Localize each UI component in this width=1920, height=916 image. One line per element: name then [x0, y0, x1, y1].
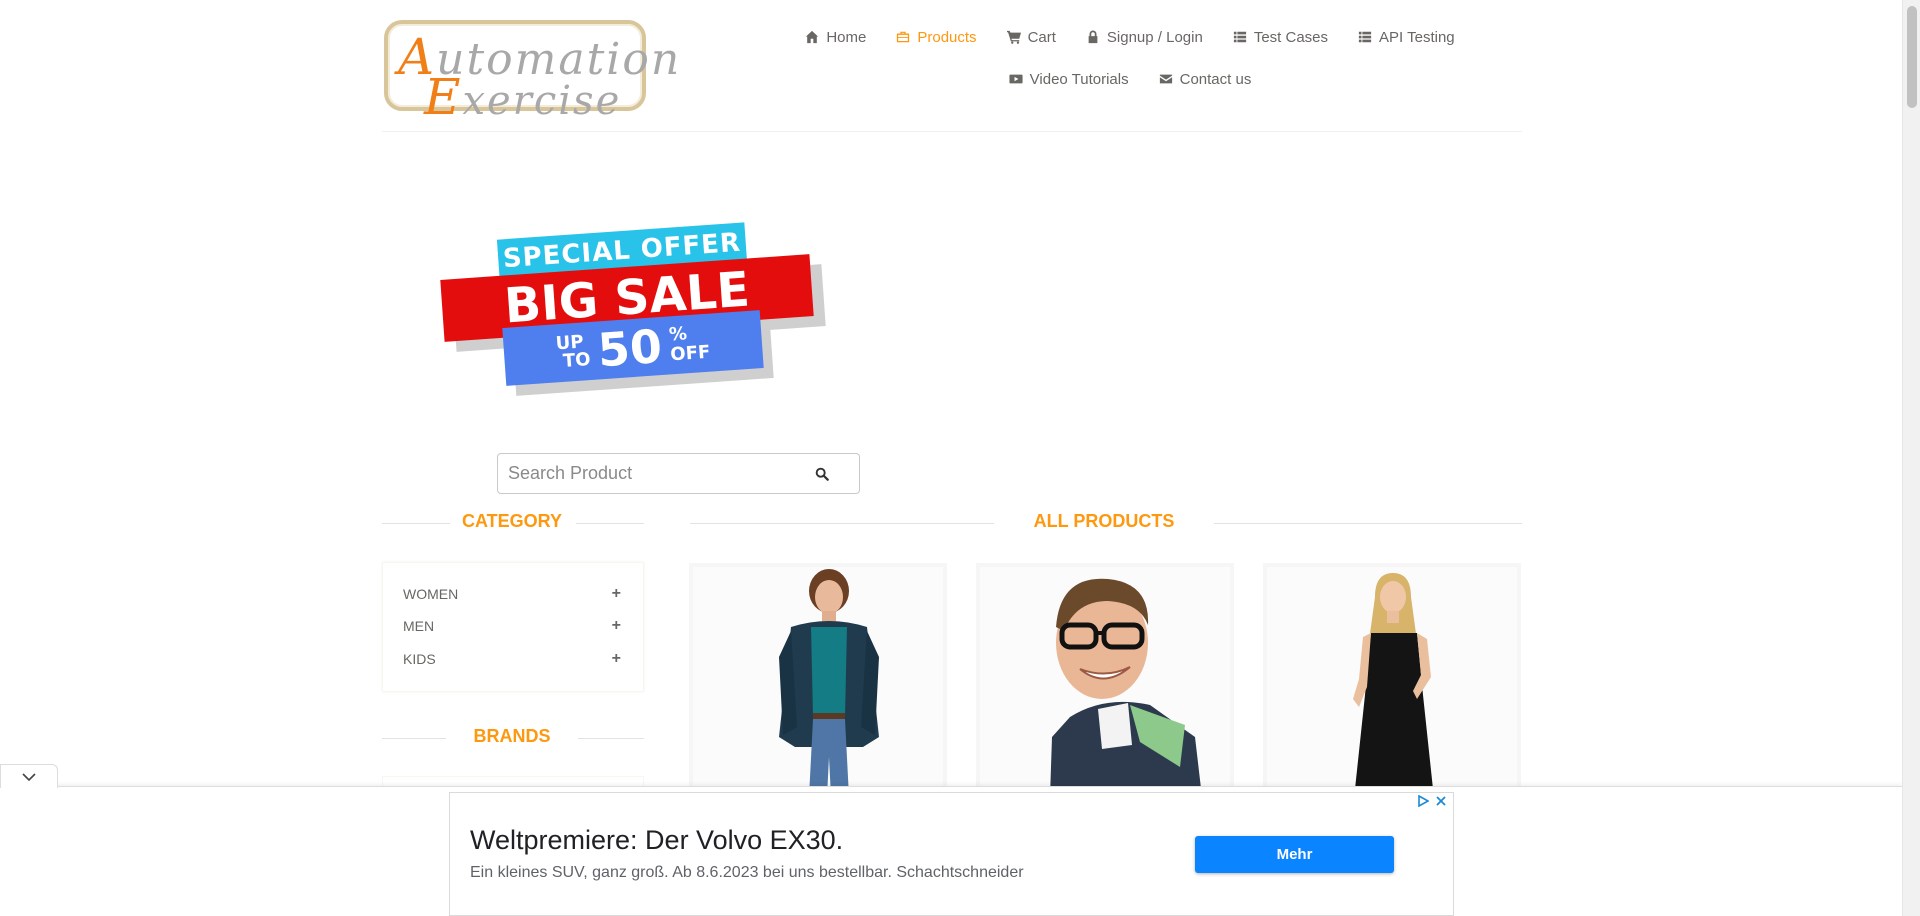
ad-box[interactable]: Weltpremiere: Der Volvo EX30. Ein kleine…	[449, 792, 1454, 916]
nav-home[interactable]: Home	[805, 28, 866, 46]
brands-title-line-left	[382, 738, 446, 739]
adchoices-icon[interactable]	[1417, 795, 1429, 807]
nav-products-label: Products	[917, 28, 977, 46]
close-icon[interactable]	[1435, 795, 1447, 807]
brands-title: BRANDS	[473, 726, 551, 746]
products-title: ALL PRODUCTS	[1033, 511, 1175, 531]
products-title-line-right	[1214, 523, 1522, 524]
ad-headline[interactable]: Weltpremiere: Der Volvo EX30.	[470, 825, 843, 856]
main-nav: Home Products Cart Signup / Login Test C…	[760, 28, 1500, 88]
page: Automation Exercise Home Products Cart S…	[0, 0, 1920, 916]
product-card[interactable]	[976, 563, 1234, 793]
header-divider	[382, 131, 1522, 132]
home-icon	[806, 30, 819, 44]
nav-cart[interactable]: Cart	[1006, 28, 1056, 46]
nav-api-testing[interactable]: API Testing	[1358, 28, 1455, 46]
category-item-men[interactable]: MEN +	[403, 617, 621, 635]
category-item-women[interactable]: WOMEN +	[403, 585, 621, 603]
scrollbar-thumb[interactable]	[1907, 6, 1917, 108]
site-logo[interactable]: Automation Exercise	[384, 20, 679, 126]
nav-test-cases[interactable]: Test Cases	[1233, 28, 1328, 46]
nav-signup-login[interactable]: Signup / Login	[1086, 28, 1203, 46]
search-bar	[497, 453, 860, 494]
nav-signup-login-label: Signup / Login	[1106, 28, 1203, 46]
search-icon	[815, 467, 829, 481]
category-item-label: WOMEN	[403, 586, 459, 602]
nav-video-tutorials[interactable]: Video Tutorials	[1009, 70, 1129, 88]
product-card[interactable]	[689, 563, 947, 793]
product-card[interactable]	[1263, 563, 1521, 793]
category-item-label: KIDS	[403, 651, 436, 667]
category-item-label: MEN	[403, 618, 435, 634]
banner-up-to: UP TO	[555, 331, 592, 372]
products-title-line-left	[690, 523, 994, 524]
plus-icon[interactable]: +	[612, 617, 621, 635]
nav-home-label: Home	[826, 28, 867, 46]
lock-icon	[1088, 30, 1098, 44]
list-icon	[1233, 31, 1246, 43]
search-input[interactable]	[497, 453, 787, 494]
nav-products[interactable]: Products	[896, 28, 977, 46]
sale-banner: SPECIAL OFFER BIG SALE UP TO 50 % OFF	[438, 213, 828, 396]
category-title: CATEGORY	[461, 511, 562, 531]
banner-discount-value: 50	[596, 319, 664, 378]
envelope-icon	[1159, 74, 1172, 84]
category-panel: WOMEN + MEN + KIDS +	[382, 562, 644, 692]
ad-controls	[1417, 795, 1447, 807]
category-title-line-right	[576, 523, 644, 524]
category-title-line-left	[382, 523, 450, 524]
search-button[interactable]	[785, 453, 860, 494]
plus-icon[interactable]: +	[612, 585, 621, 603]
ad-description: Ein kleines SUV, ganz groß. Ab 8.6.2023 …	[470, 864, 1024, 881]
nav-contact-us[interactable]: Contact us	[1159, 70, 1252, 88]
logo-line-2: Exercise	[424, 68, 622, 126]
cart-icon	[1006, 30, 1021, 44]
youtube-icon	[1009, 74, 1023, 84]
nav-api-testing-label: API Testing	[1379, 28, 1455, 46]
product-image	[1353, 573, 1433, 789]
ad-collapse-toggle[interactable]	[0, 764, 58, 788]
product-image	[779, 569, 879, 789]
ad-cta-button[interactable]: Mehr	[1195, 836, 1394, 873]
page-scrollbar[interactable]	[1902, 0, 1920, 916]
brands-title-line-right	[578, 738, 644, 739]
category-item-kids[interactable]: KIDS +	[403, 650, 621, 668]
plus-icon[interactable]: +	[612, 650, 621, 668]
nav-contact-us-label: Contact us	[1179, 70, 1252, 88]
product-image	[1050, 578, 1202, 789]
nav-video-tutorials-label: Video Tutorials	[1029, 70, 1129, 88]
nav-test-cases-label: Test Cases	[1253, 28, 1329, 46]
list-icon	[1358, 31, 1372, 43]
banner-percent-off: % OFF	[668, 323, 711, 366]
products-icon	[897, 31, 910, 43]
chevron-down-icon	[22, 772, 36, 781]
nav-cart-label: Cart	[1027, 28, 1056, 46]
